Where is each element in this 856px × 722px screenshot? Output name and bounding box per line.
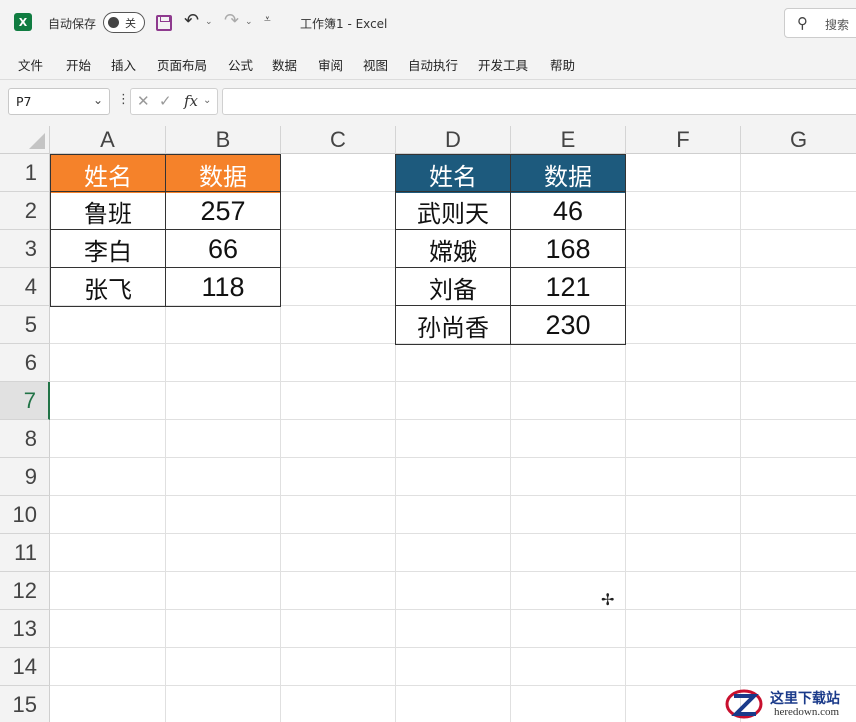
gridline	[50, 419, 856, 420]
tab-page-layout[interactable]: 页面布局	[157, 55, 207, 74]
column-header-c[interactable]: C	[281, 126, 396, 154]
row-header-2[interactable]: 2	[0, 192, 50, 230]
cell-a4[interactable]: 张飞	[51, 268, 165, 306]
tab-formulas[interactable]: 公式	[228, 55, 253, 74]
search-label: 搜索	[825, 18, 850, 32]
row-header-10[interactable]: 10	[0, 496, 50, 534]
row-header-6[interactable]: 6	[0, 344, 50, 382]
cell-b4[interactable]: 118	[166, 268, 280, 306]
gridline	[50, 495, 856, 496]
toggle-knob	[108, 17, 119, 28]
formula-input[interactable]	[222, 88, 856, 115]
row-header-13[interactable]: 13	[0, 610, 50, 648]
row-header-15[interactable]: 15	[0, 686, 50, 722]
cell-e2[interactable]: 46	[511, 192, 625, 230]
cell-e5[interactable]: 230	[511, 306, 625, 344]
column-header-b[interactable]: B	[166, 126, 281, 154]
cell-b1[interactable]: 数据	[166, 155, 280, 193]
tab-automate[interactable]: 自动执行	[408, 55, 458, 74]
search-icon: ⚲	[797, 14, 808, 32]
row-header-12[interactable]: 12	[0, 572, 50, 610]
tab-home[interactable]: 开始	[66, 55, 91, 74]
name-box-value: P7	[16, 94, 32, 109]
watermark-en: heredown.com	[774, 706, 840, 718]
cell-a3[interactable]: 李白	[51, 230, 165, 268]
row-header-5[interactable]: 5	[0, 306, 50, 344]
redo-dropdown-icon[interactable]: ⌄	[245, 17, 253, 27]
cell-a2[interactable]: 鲁班	[51, 192, 165, 230]
cell-cursor-icon: ✢	[601, 590, 615, 609]
watermark: 这里下载站 heredown.com	[722, 686, 856, 722]
column-header-a[interactable]: A	[50, 126, 166, 154]
undo-icon[interactable]: ↶	[184, 10, 199, 31]
cell-d4[interactable]: 刘备	[396, 268, 510, 306]
name-box[interactable]: P7 ⌄	[8, 88, 110, 115]
gridline	[50, 647, 856, 648]
gridline	[50, 533, 856, 534]
tab-data[interactable]: 数据	[272, 55, 297, 74]
autosave-label: 自动保存	[48, 17, 97, 31]
tab-developer[interactable]: 开发工具	[478, 55, 528, 74]
gridline	[740, 154, 741, 722]
enter-icon[interactable]: ✓	[159, 92, 172, 110]
row-header-11[interactable]: 11	[0, 534, 50, 572]
save-icon[interactable]	[156, 15, 172, 31]
column-header-g[interactable]: G	[741, 126, 856, 154]
formula-buttons: ✕ ✓ fx ⌄	[130, 88, 218, 115]
tab-view[interactable]: 视图	[363, 55, 388, 74]
row-header-3[interactable]: 3	[0, 230, 50, 268]
redo-icon[interactable]: ↷	[224, 10, 239, 31]
gridline	[280, 154, 281, 722]
gridline	[625, 154, 626, 722]
customize-qat-icon[interactable]: ⩡	[264, 12, 271, 27]
tab-insert[interactable]: 插入	[111, 55, 136, 74]
formula-bar: P7 ⌄ ⋮ ✕ ✓ fx ⌄	[0, 81, 856, 123]
gridline	[50, 571, 856, 572]
search-box[interactable]: ⚲ 搜索	[784, 8, 856, 38]
cell-d1[interactable]: 姓名	[396, 155, 510, 193]
cell-e1[interactable]: 数据	[511, 155, 625, 193]
ribbon-tabs: 文件 开始 插入 页面布局 公式 数据 审阅 视图 自动执行 开发工具 帮助	[0, 46, 856, 80]
gridline	[50, 381, 856, 382]
row-header-7[interactable]: 7	[0, 382, 50, 420]
cell-e3[interactable]: 168	[511, 230, 625, 268]
row-header-14[interactable]: 14	[0, 648, 50, 686]
tab-file[interactable]: 文件	[18, 55, 43, 74]
cell-e4[interactable]: 121	[511, 268, 625, 306]
cell-b3[interactable]: 66	[166, 230, 280, 268]
tab-review[interactable]: 审阅	[318, 55, 343, 74]
insert-function-button[interactable]: fx	[184, 92, 198, 110]
cell-d5[interactable]: 孙尚香	[396, 306, 510, 344]
cancel-icon[interactable]: ✕	[137, 92, 150, 110]
column-header-d[interactable]: D	[396, 126, 511, 154]
row-header-9[interactable]: 9	[0, 458, 50, 496]
chevron-down-icon[interactable]: ⌄	[203, 95, 211, 106]
row-header-4[interactable]: 4	[0, 268, 50, 306]
title-bar: X 自动保存 关 ↶ ⌄ ↷ ⌄ ⩡ 工作簿1 - Excel ⚲ 搜索	[0, 0, 856, 46]
tab-help[interactable]: 帮助	[550, 55, 575, 74]
watermark-cn: 这里下载站	[770, 691, 840, 707]
excel-logo-icon: X	[14, 13, 32, 31]
row-header-1[interactable]: 1	[0, 154, 50, 192]
cell-d2[interactable]: 武则天	[396, 192, 510, 230]
document-title: 工作簿1 - Excel	[300, 17, 388, 31]
cell-d3[interactable]: 嫦娥	[396, 230, 510, 268]
gridline	[50, 609, 856, 610]
column-header-f[interactable]: F	[626, 126, 741, 154]
worksheet-grid[interactable]: A B C D E F G 1 2 3 4 5 6 7 8 9 10 11 12…	[0, 126, 856, 722]
undo-dropdown-icon[interactable]: ⌄	[205, 17, 213, 27]
cell-a1[interactable]: 姓名	[51, 155, 165, 193]
select-all-corner[interactable]	[0, 126, 50, 154]
more-options-icon[interactable]: ⋮	[117, 92, 130, 107]
chevron-down-icon[interactable]: ⌄	[93, 93, 103, 107]
gridline	[50, 457, 856, 458]
autosave-toggle[interactable]: 关	[103, 12, 145, 33]
row-header-8[interactable]: 8	[0, 420, 50, 458]
watermark-logo-icon	[725, 689, 763, 719]
autosave-state: 关	[125, 17, 136, 30]
cell-b2[interactable]: 257	[166, 192, 280, 230]
column-header-e[interactable]: E	[511, 126, 626, 154]
